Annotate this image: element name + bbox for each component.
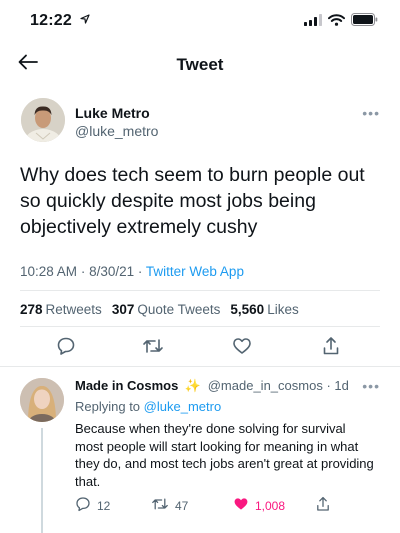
status-icons — [304, 13, 378, 31]
status-bar: 12:22 — [0, 0, 400, 40]
reply-separator: · — [326, 378, 331, 393]
reply-retweet-button[interactable]: 47 — [151, 496, 188, 515]
retweets-stat[interactable]: 278 Retweets — [20, 302, 102, 317]
quote-tweets-stat[interactable]: 307 Quote Tweets — [112, 302, 221, 317]
tweet-meta: 10:28 AM · 8/30/21 · Twitter Web App — [20, 264, 244, 279]
divider — [20, 326, 380, 327]
cellular-signal-icon — [304, 13, 322, 31]
battery-icon — [351, 13, 378, 31]
tweet-date: 8/30/21 — [89, 264, 135, 279]
reply-tweet[interactable]: Made in Cosmos ✨ @made_in_cosmos · 1d ••… — [0, 372, 400, 533]
more-icon: ••• — [362, 105, 380, 121]
tweet-time: 10:28 AM — [20, 264, 78, 279]
nav-bar: Tweet — [0, 40, 400, 90]
reply-reply-count: 12 — [97, 498, 111, 513]
share-icon — [315, 496, 331, 515]
sparkles-icon: ✨ — [184, 378, 202, 393]
tweet-source-app[interactable]: Twitter Web App — [146, 264, 244, 279]
meta-separator: · — [137, 264, 143, 279]
retweets-label: Retweets — [45, 302, 102, 317]
quote-tweets-count: 307 — [111, 302, 135, 317]
reply-age: 1d — [334, 378, 349, 393]
reply-button[interactable] — [53, 335, 79, 361]
retweet-icon — [151, 496, 169, 515]
quote-tweets-label: Quote Tweets — [137, 302, 221, 317]
replying-to-handle[interactable]: @luke_metro — [144, 399, 222, 414]
share-icon — [321, 336, 341, 361]
reply-actions: 12 47 1,008 — [75, 496, 375, 516]
author-avatar[interactable] — [21, 98, 65, 142]
reply-author-avatar[interactable] — [20, 378, 64, 422]
status-time: 12:22 — [30, 12, 72, 29]
liked-heart-icon — [233, 496, 249, 515]
reply-text: Because when they're done solving for su… — [75, 421, 374, 489]
reply-author-name[interactable]: Made in Cosmos — [75, 378, 178, 393]
retweet-icon — [142, 336, 164, 361]
tweet-text: Why does tech seem to burn people out so… — [20, 164, 365, 238]
likes-stat[interactable]: 5,560 Likes — [230, 302, 298, 317]
reply-like-button[interactable]: 1,008 — [233, 496, 285, 515]
tweet-stats: 278 Retweets 307 Quote Tweets 5,560 Likes — [20, 302, 299, 317]
replying-to: Replying to @luke_metro — [75, 399, 221, 414]
thread-line — [41, 428, 43, 533]
reply-like-count: 1,008 — [255, 498, 286, 513]
reply-reply-button[interactable]: 12 — [75, 496, 110, 515]
meta-separator: · — [80, 264, 86, 279]
more-options-button[interactable]: ••• — [362, 105, 380, 121]
share-button[interactable] — [318, 335, 344, 361]
reply-share-button[interactable] — [315, 496, 331, 515]
reply-more-options-button[interactable]: ••• — [362, 378, 380, 394]
retweets-count: 278 — [20, 302, 43, 317]
reply-icon — [75, 496, 91, 515]
author-handle[interactable]: @luke_metro — [75, 123, 158, 139]
reply-author-handle[interactable]: @made_in_cosmos — [208, 378, 323, 393]
like-button[interactable] — [229, 335, 255, 361]
likes-count: 5,560 — [230, 302, 265, 317]
divider — [0, 366, 400, 367]
like-icon — [232, 336, 252, 361]
reply-header: Made in Cosmos ✨ @made_in_cosmos · 1d — [75, 378, 349, 394]
author-name[interactable]: Luke Metro — [75, 105, 150, 121]
wifi-icon — [328, 13, 345, 31]
likes-label: Likes — [267, 302, 299, 317]
tweet-actions — [0, 335, 400, 365]
replying-to-prefix: Replying to — [75, 399, 141, 414]
location-arrow-icon — [80, 13, 90, 27]
reply-icon — [56, 336, 76, 361]
divider — [20, 290, 380, 291]
more-icon: ••• — [362, 378, 380, 394]
reply-retweet-count: 47 — [175, 498, 189, 513]
retweet-button[interactable] — [140, 335, 166, 361]
page-title: Tweet — [176, 55, 224, 74]
